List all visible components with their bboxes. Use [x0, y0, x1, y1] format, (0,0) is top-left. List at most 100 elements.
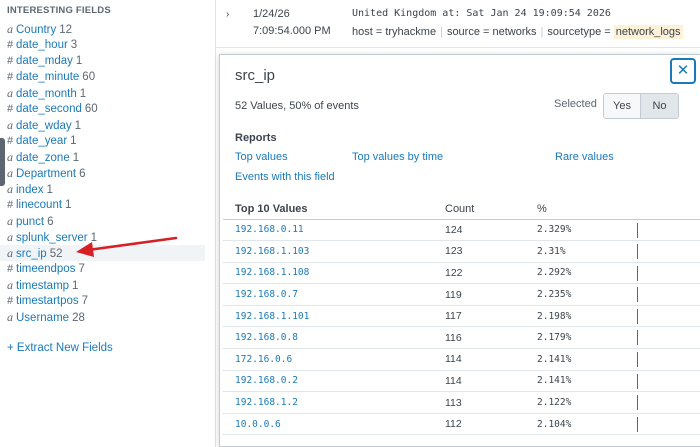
field-count: 12 [59, 24, 73, 36]
string-type-icon: a [7, 278, 13, 292]
host-label: host = [352, 26, 386, 38]
numeric-type-icon: # [7, 135, 14, 147]
events-with-field-link[interactable]: Events with this field [235, 171, 335, 183]
event-metadata: host = tryhackme | source = networks | sourc… [352, 25, 683, 39]
field-item-punct[interactable]: a punct 6 [7, 213, 205, 229]
table-row[interactable]: 192.168.1.103 123 2.31% [223, 240, 700, 263]
field-item-timeendpos[interactable]: # timeendpos 7 [7, 261, 205, 277]
count-value: 117 [445, 305, 537, 328]
field-name[interactable]: date_hour [16, 39, 68, 51]
ip-value[interactable]: 192.168.0.8 [223, 326, 445, 350]
field-count: 1 [79, 88, 87, 100]
sourcetype-value[interactable]: network_logs [613, 25, 683, 39]
selected-yes-button[interactable]: Yes [604, 94, 641, 118]
field-name[interactable]: punct [16, 216, 44, 228]
field-name[interactable]: src_ip [16, 248, 47, 260]
field-item-country[interactable]: a Country 12 [7, 21, 205, 37]
field-count: 60 [84, 103, 98, 115]
field-name[interactable]: date_month [16, 88, 77, 100]
field-count: 6 [47, 216, 54, 228]
ip-value[interactable]: 192.168.0.11 [223, 219, 445, 242]
field-name[interactable]: linecount [16, 199, 62, 211]
extract-new-fields-link[interactable]: + Extract New Fields [7, 342, 113, 354]
percent-bar-cell [637, 391, 700, 414]
field-item-date-zone[interactable]: a date_zone 1 [7, 149, 205, 165]
count-value: 114 [445, 348, 537, 371]
field-item-timestamp[interactable]: a timestamp 1 [7, 277, 205, 293]
string-type-icon: a [7, 246, 13, 260]
chevron-right-icon[interactable]: › [226, 9, 229, 20]
numeric-type-icon: # [7, 103, 14, 115]
field-count: 1 [46, 184, 53, 196]
host-value[interactable]: tryhackme [385, 26, 436, 38]
table-row[interactable]: 192.168.0.7 119 2.235% [223, 283, 700, 306]
header-percent: % [537, 199, 637, 220]
field-item-index[interactable]: a index 1 [7, 181, 205, 197]
ip-value[interactable]: 192.168.1.108 [223, 262, 445, 285]
top-values-by-time-link[interactable]: Top values by time [352, 151, 443, 163]
ip-value[interactable]: 172.16.0.6 [223, 348, 445, 371]
ip-value[interactable]: 192.168.1.103 [223, 240, 445, 263]
table-row[interactable]: 192.168.0.11 124 2.329% [223, 219, 700, 242]
rare-values-link[interactable]: Rare values [555, 151, 614, 163]
field-name[interactable]: date_mday [16, 55, 73, 67]
field-name[interactable]: Department [16, 168, 76, 180]
ip-value[interactable]: 10.0.0.6 [223, 413, 445, 436]
table-row[interactable]: 192.168.1.2 113 2.122% [223, 391, 700, 414]
field-name[interactable]: timeendpos [16, 263, 75, 275]
field-item-date-mday[interactable]: # date_mday 1 [7, 53, 205, 69]
field-item-date-minute[interactable]: # date_minute 60 [7, 69, 205, 85]
field-item-date-second[interactable]: # date_second 60 [7, 101, 205, 117]
count-value: 113 [445, 391, 537, 414]
table-row[interactable]: 192.168.1.108 122 2.292% [223, 262, 700, 285]
sidebar-collapse-handle[interactable] [0, 138, 5, 186]
count-value: 123 [445, 240, 537, 263]
field-name[interactable]: date_zone [16, 152, 70, 164]
string-type-icon: a [7, 310, 13, 324]
ip-value[interactable]: 192.168.1.101 [223, 305, 445, 328]
field-item-timestartpos[interactable]: # timestartpos 7 [7, 293, 205, 309]
percent-value: 2.292% [537, 262, 637, 285]
ip-value[interactable]: 192.168.0.2 [223, 370, 445, 393]
sourcetype-label: sourcetype = [547, 26, 614, 38]
percent-bar [637, 287, 638, 303]
percent-bar-cell [637, 283, 700, 306]
percent-bar-cell [637, 219, 700, 242]
field-name[interactable]: timestamp [16, 280, 69, 292]
field-name[interactable]: index [16, 184, 44, 196]
table-row[interactable]: 192.168.1.101 117 2.198% [223, 305, 700, 328]
source-label: source = [446, 26, 493, 38]
ip-value[interactable]: 192.168.1.2 [223, 391, 445, 414]
header-value: Top 10 Values [223, 199, 445, 220]
field-name[interactable]: Country [16, 24, 56, 36]
field-name[interactable]: date_year [16, 135, 67, 147]
table-row[interactable]: 10.0.0.6 112 2.104% [223, 413, 700, 436]
selected-label: Selected [554, 98, 597, 110]
selected-no-button[interactable]: No [641, 94, 678, 118]
field-item-date-month[interactable]: a date_month 1 [7, 85, 205, 101]
top-values-link[interactable]: Top values [235, 151, 288, 163]
field-name[interactable]: date_minute [16, 71, 79, 83]
field-name[interactable]: Username [16, 312, 69, 324]
field-item-username[interactable]: a Username 28 [7, 309, 205, 325]
close-icon[interactable]: ✕ [670, 58, 696, 84]
source-value[interactable]: networks [493, 26, 537, 38]
ip-value[interactable]: 192.168.0.7 [223, 283, 445, 306]
field-item-date-hour[interactable]: # date_hour 3 [7, 37, 205, 53]
field-item-date-year[interactable]: # date_year 1 [7, 133, 205, 149]
field-name[interactable]: date_wday [16, 120, 72, 132]
field-item-department[interactable]: a Department 6 [7, 165, 205, 181]
count-value: 124 [445, 219, 537, 242]
table-row[interactable]: 192.168.0.2 114 2.141% [223, 370, 700, 393]
red-arrow-annotation [76, 236, 178, 257]
field-count: 7 [78, 263, 85, 275]
table-row[interactable]: 172.16.0.6 114 2.141% [223, 348, 700, 371]
table-row[interactable]: 192.168.0.8 116 2.179% [223, 326, 700, 350]
field-count: 60 [82, 71, 96, 83]
field-name[interactable]: date_second [16, 103, 82, 115]
field-name[interactable]: timestartpos [16, 295, 79, 307]
field-item-date-wday[interactable]: a date_wday 1 [7, 117, 205, 133]
field-item-linecount[interactable]: # linecount 1 [7, 197, 205, 213]
string-type-icon: a [7, 230, 13, 244]
percent-bar [637, 395, 638, 411]
